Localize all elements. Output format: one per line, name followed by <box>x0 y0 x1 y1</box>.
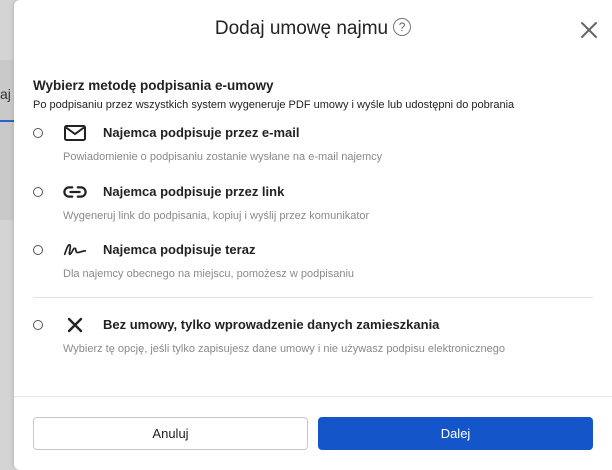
options-divider <box>33 297 593 298</box>
option-link[interactable]: Najemca podpisuje przez link Wygeneruj l… <box>33 183 593 228</box>
add-lease-dialog: Dodaj umowę najmu ? Wybierz metodę podpi… <box>14 0 612 470</box>
footer-divider <box>14 396 612 397</box>
option-label: Najemca podpisuje przez e-mail <box>103 125 300 140</box>
signature-icon <box>63 241 87 259</box>
background-tab: aj <box>0 86 11 102</box>
radio-option-link[interactable] <box>33 187 43 197</box>
x-icon <box>63 316 87 334</box>
dialog-content: Wybierz metodę podpisania e-umowy Po pod… <box>33 78 593 355</box>
option-email[interactable]: Najemca podpisuje przez e-mail Powiadomi… <box>33 124 593 169</box>
close-icon[interactable] <box>580 21 598 39</box>
radio-option-email[interactable] <box>33 128 43 138</box>
help-icon[interactable]: ? <box>393 18 412 36</box>
option-description: Dla najemcy obecnego na miejscu, pomożes… <box>63 268 355 280</box>
radio-option-no-contract[interactable] <box>33 320 43 330</box>
option-label: Bez umowy, tylko wprowadzenie danych zam… <box>103 317 440 332</box>
section-subheading: Po podpisaniu przez wszystkich system wy… <box>33 99 515 111</box>
dialog-header: Dodaj umowę najmu ? <box>14 0 612 62</box>
link-icon <box>63 183 87 201</box>
option-sign-now[interactable]: Najemca podpisuje teraz Dla najemcy obec… <box>33 241 593 286</box>
dialog-title: Dodaj umowę najmu <box>214 18 389 39</box>
option-label: Najemca podpisuje teraz <box>103 242 256 257</box>
next-button[interactable]: Dalej <box>318 417 593 450</box>
envelope-icon <box>63 124 87 142</box>
option-description: Powiadomienie o podpisaniu zostanie wysł… <box>63 151 383 163</box>
radio-option-sign-now[interactable] <box>33 245 43 255</box>
section-heading: Wybierz metodę podpisania e-umowy <box>33 78 274 93</box>
option-label: Najemca podpisuje przez link <box>103 184 285 199</box>
option-description: Wygeneruj link do podpisania, kopiuj i w… <box>63 210 370 222</box>
option-description: Wybierz tę opcję, jeśli tylko zapisujesz… <box>63 343 505 355</box>
cancel-button[interactable]: Anuluj <box>33 417 308 450</box>
option-no-contract[interactable]: Bez umowy, tylko wprowadzenie danych zam… <box>33 316 593 361</box>
